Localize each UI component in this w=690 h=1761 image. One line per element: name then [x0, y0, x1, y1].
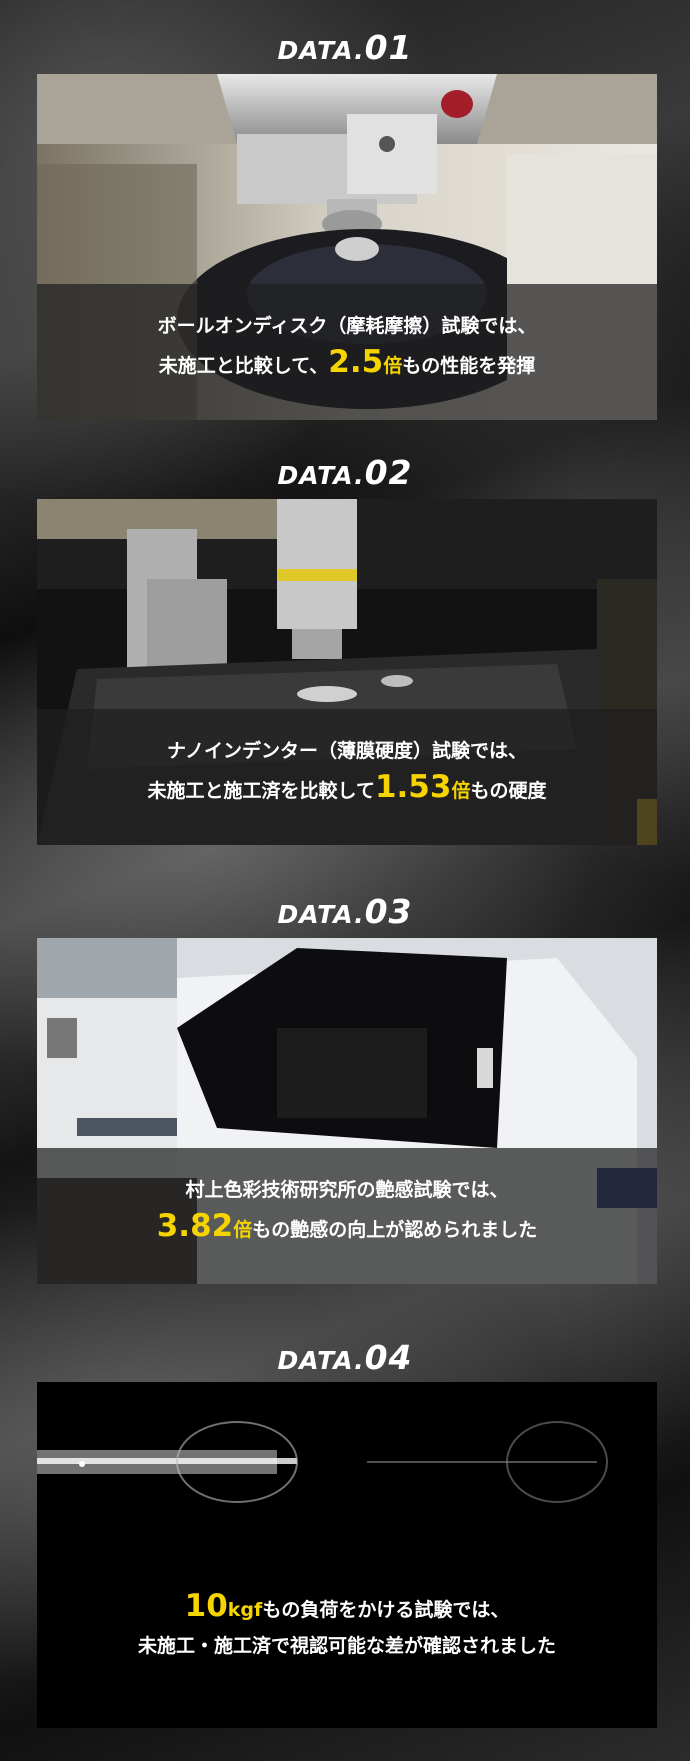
highlight-number: 10	[184, 1588, 228, 1624]
data-heading-03: DATA.03	[0, 892, 690, 931]
highlight-number: 1.53	[374, 769, 452, 805]
highlight-value: 3.82倍	[157, 1208, 253, 1244]
heading-number: 04	[364, 1338, 413, 1377]
caption-text-after: もの硬度	[470, 780, 547, 802]
data-heading-02: DATA.02	[0, 453, 690, 492]
data-heading-04: DATA.04	[0, 1338, 690, 1377]
caption-line-2: 未施工・施工済で視認可能な差が確認されました	[137, 1635, 556, 1657]
highlight-value: 10kgf	[185, 1588, 263, 1624]
photo-ball-on-disk-tester: ボールオンディスク（摩耗摩擦）試験では、 未施工と比較して、2.5倍もの性能を発…	[37, 74, 657, 420]
heading-number: 03	[364, 892, 413, 931]
caption-box-01: ボールオンディスク（摩耗摩擦）試験では、 未施工と比較して、2.5倍もの性能を発…	[37, 284, 657, 420]
caption-line-2: 未施工と施工済を比較して1.53倍もの硬度	[37, 769, 657, 809]
heading-prefix: DATA.	[277, 1346, 365, 1375]
caption-line-1: ナノインデンター（薄膜硬度）試験では、	[166, 740, 528, 762]
highlight-number: 2.5	[328, 344, 384, 380]
caption-text-before: 未施工と施工済を比較して	[147, 780, 375, 802]
photo-nanoindenter: ナノインデンター（薄膜硬度）試験では、 未施工と施工済を比較して1.53倍もの硬…	[37, 499, 657, 845]
highlight-number: 3.82	[156, 1208, 234, 1244]
caption-text-after: もの艶感の向上が認められました	[252, 1219, 538, 1241]
heading-number: 02	[364, 453, 413, 492]
caption-box-02: ナノインデンター（薄膜硬度）試験では、 未施工と施工済を比較して1.53倍もの硬…	[37, 709, 657, 845]
highlight-unit: kgf	[227, 1599, 263, 1621]
highlight-unit: 倍	[383, 355, 403, 377]
data-heading-01: DATA.01	[0, 28, 690, 67]
caption-line-2: 3.82倍もの艶感の向上が認められました	[37, 1208, 657, 1248]
caption-text-before: 未施工と比較して、	[158, 355, 329, 377]
photo-scratch-test: 10kgfもの負荷をかける試験では、 未施工・施工済で視認可能な差が確認されまし…	[37, 1382, 657, 1728]
highlight-unit: 倍	[451, 780, 471, 802]
heading-prefix: DATA.	[277, 36, 365, 65]
caption-text-after: もの負荷をかける試験では、	[262, 1599, 510, 1621]
heading-number: 01	[364, 28, 413, 67]
caption-line-1: 村上色彩技術研究所の艶感試験では、	[185, 1179, 509, 1201]
highlight-value: 2.5倍	[328, 344, 403, 380]
heading-prefix: DATA.	[277, 900, 365, 929]
highlight-value: 1.53倍	[375, 769, 471, 805]
caption-line-1: ボールオンディスク（摩耗摩擦）試験では、	[157, 315, 537, 337]
caption-box-03: 村上色彩技術研究所の艶感試験では、 3.82倍もの艶感の向上が認められました	[37, 1148, 657, 1284]
heading-prefix: DATA.	[277, 461, 365, 490]
photo-gloss-tester: 村上色彩技術研究所の艶感試験では、 3.82倍もの艶感の向上が認められました	[37, 938, 657, 1284]
highlight-unit: 倍	[233, 1219, 253, 1241]
caption-line-1: 10kgfもの負荷をかける試験では、	[37, 1588, 657, 1628]
caption-text-after: もの性能を発揮	[402, 355, 536, 377]
caption-line-2: 未施工と比較して、2.5倍もの性能を発揮	[37, 344, 657, 384]
caption-box-04: 10kgfもの負荷をかける試験では、 未施工・施工済で視認可能な差が確認されまし…	[37, 1588, 657, 1704]
